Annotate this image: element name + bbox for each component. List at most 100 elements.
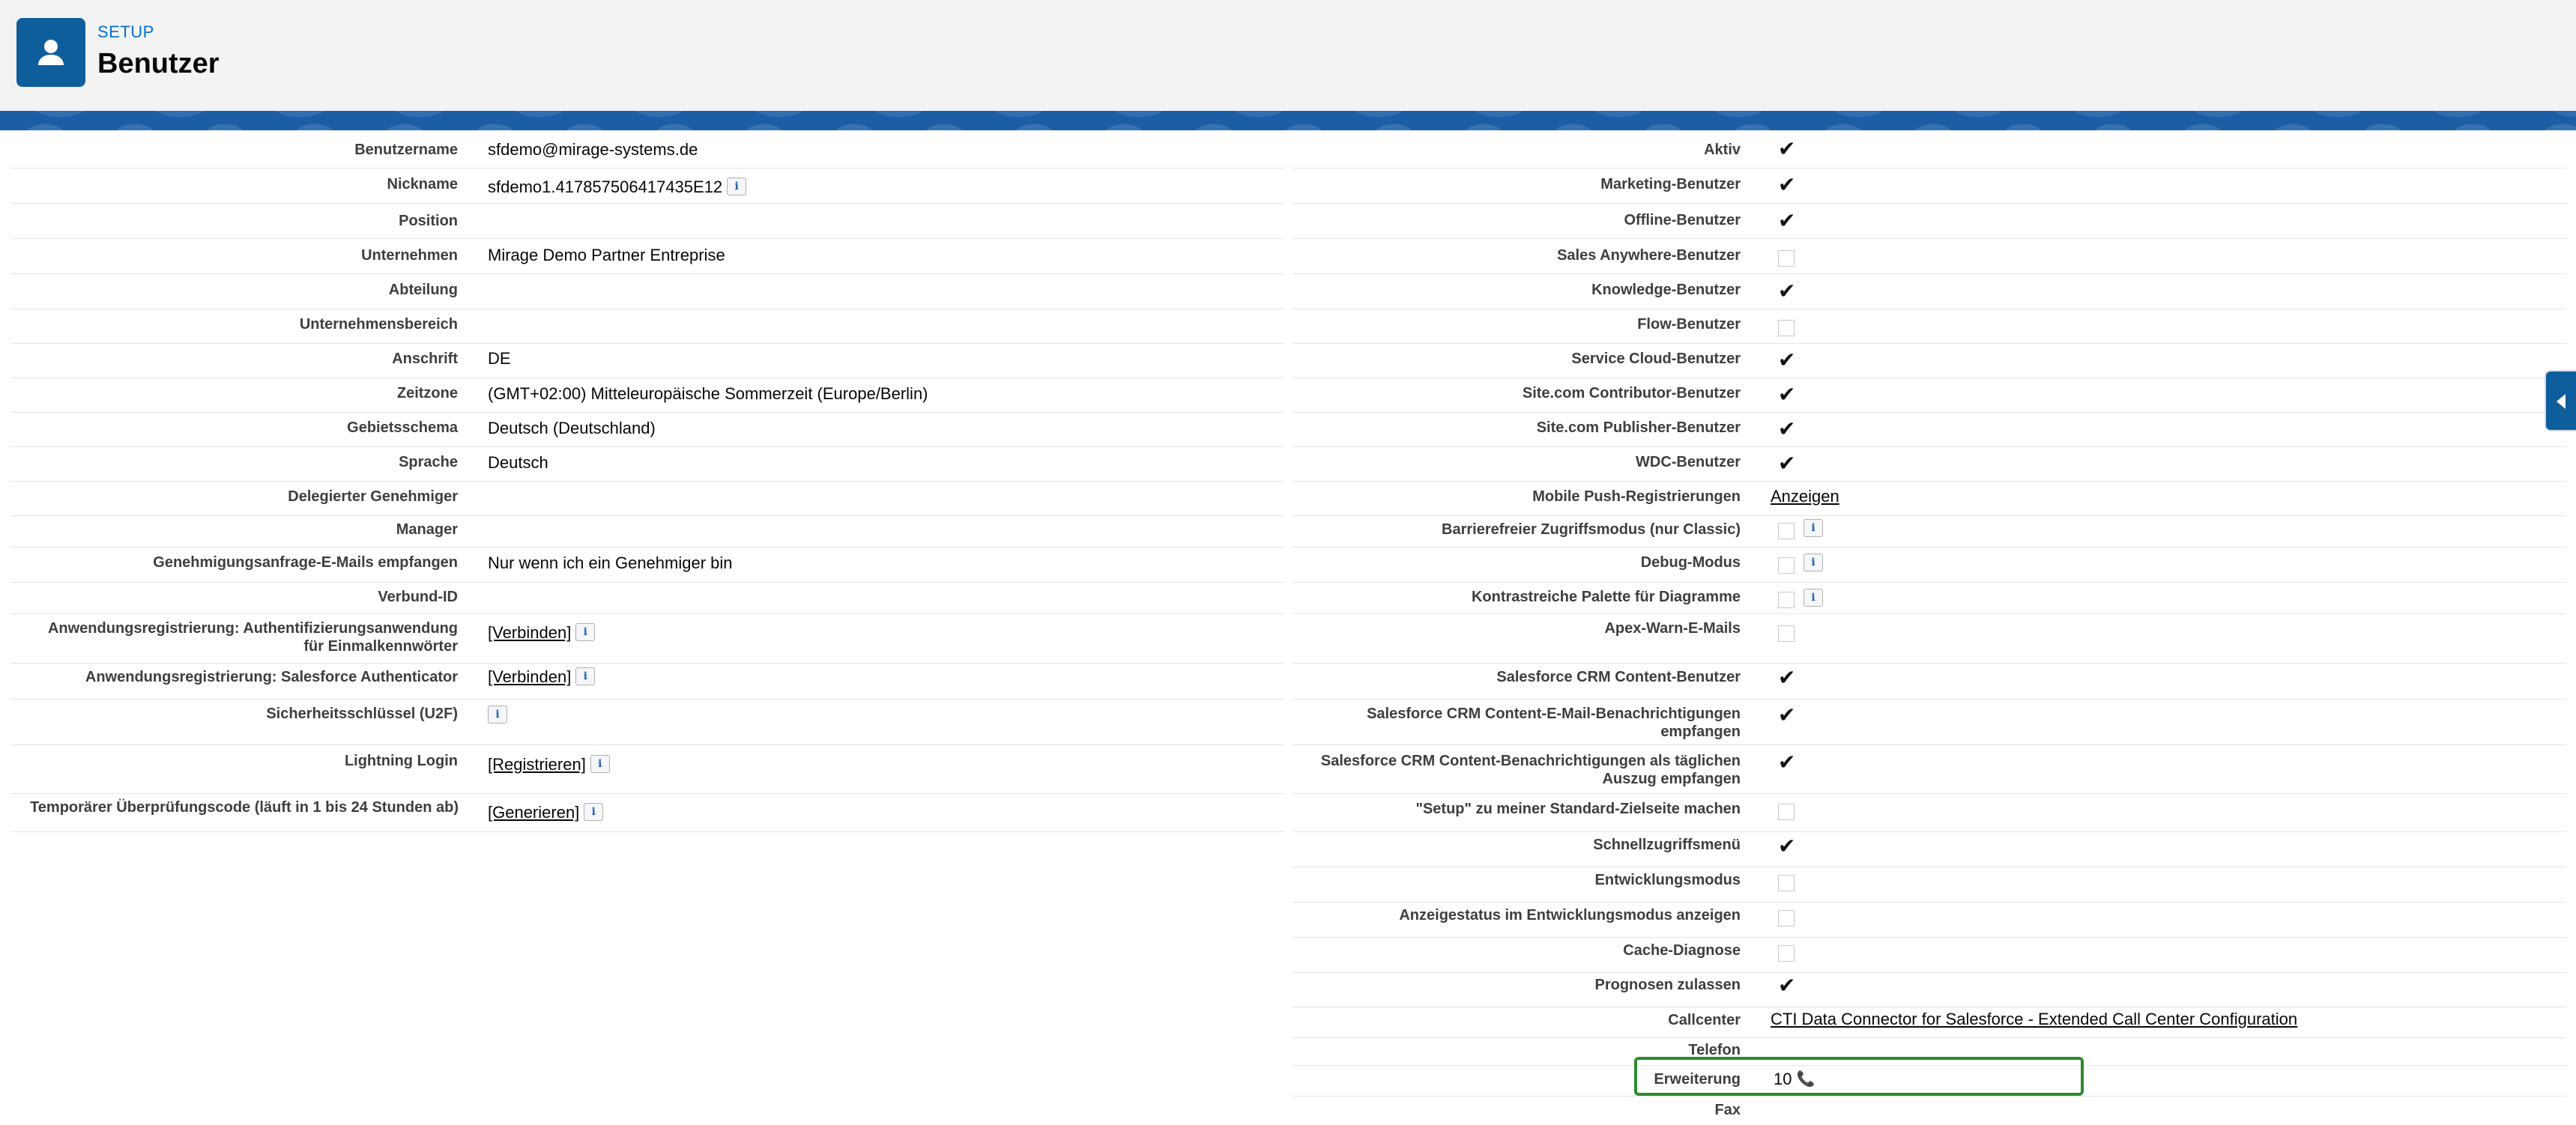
checkmark-icon: ✔ bbox=[1778, 173, 1796, 196]
unchecked-box bbox=[1778, 592, 1795, 608]
field-label: Delegierter Genehmiger bbox=[288, 488, 458, 505]
info-icon[interactable]: i bbox=[584, 803, 604, 821]
header-eyebrow: SETUP bbox=[97, 22, 154, 41]
field-label: Unternehmen bbox=[361, 247, 458, 264]
detail-row-debug-modus: Debug-Modus i bbox=[1292, 548, 2566, 583]
field-label: Benutzername bbox=[354, 142, 458, 158]
detail-row-offline-benutzer: Offline-Benutzer ✔ bbox=[1292, 204, 2566, 239]
detail-row-crm-content-email: Salesforce CRM Content-E-Mail-Benachrich… bbox=[1292, 700, 2566, 745]
field-label-line2: empfangen bbox=[1660, 724, 1741, 740]
field-label: Offline-Benutzer bbox=[1624, 212, 1741, 228]
field-label: Temporärer Überprüfungscode (läuft in 1 … bbox=[30, 799, 459, 816]
info-icon[interactable]: i bbox=[1803, 519, 1823, 537]
side-panel-toggle[interactable] bbox=[2545, 370, 2576, 431]
detail-row-delegierter-genehmiger: Delegierter Genehmiger bbox=[10, 481, 1284, 516]
field-value: Nur wenn ich ein Genehmiger bin bbox=[488, 554, 733, 572]
detail-row-schnellzugriffsmenue: Schnellzugriffsmenü ✔ bbox=[1292, 832, 2566, 867]
detail-row-wdc-benutzer: WDC-Benutzer ✔ bbox=[1292, 446, 2566, 482]
field-value: Mirage Demo Partner Entreprise bbox=[488, 246, 725, 264]
field-label: Schnellzugriffsmenü bbox=[1593, 837, 1741, 853]
detail-row-zeitzone: Zeitzone (GMT+02:00) Mitteleuropäische S… bbox=[10, 377, 1284, 413]
checkmark-icon: ✔ bbox=[1778, 417, 1796, 440]
field-label: Service Cloud-Benutzer bbox=[1571, 351, 1741, 367]
page-title: Benutzer bbox=[97, 48, 220, 79]
detail-row-abteilung: Abteilung bbox=[10, 274, 1284, 309]
detail-row-nickname: Nickname sfdemo1.417857506417435E12 i bbox=[10, 169, 1284, 204]
detail-row-mobile-push: Mobile Push-Registrierungen Anzeigen bbox=[1292, 481, 2566, 516]
field-label-line2: für Einmalkennwörter bbox=[303, 638, 458, 655]
detail-row-unternehmen: Unternehmen Mirage Demo Partner Entrepri… bbox=[10, 239, 1284, 274]
detail-row-service-cloud: Service Cloud-Benutzer ✔ bbox=[1292, 343, 2566, 378]
field-label: Cache-Diagnose bbox=[1623, 942, 1741, 959]
info-icon[interactable]: i bbox=[575, 667, 596, 685]
unchecked-box bbox=[1778, 910, 1795, 927]
field-value-wrap: [Verbinden] i bbox=[488, 667, 596, 687]
detail-row-app-registrierung-authenticator: Anwendungsregistrierung: Salesforce Auth… bbox=[10, 664, 1284, 700]
field-label-line2: Auszug empfangen bbox=[1602, 771, 1741, 787]
detail-row-flow-benutzer: Flow-Benutzer bbox=[1292, 309, 2566, 344]
info-icon[interactable]: i bbox=[727, 178, 747, 195]
field-value-wrap: sfdemo1.417857506417435E12 i bbox=[488, 178, 747, 197]
detail-row-apex-warn: Apex-Warn-E-Mails bbox=[1292, 614, 2566, 664]
field-value-wrap: CTI Data Connector for Salesforce - Exte… bbox=[1771, 1010, 2297, 1029]
info-icon[interactable]: i bbox=[575, 623, 596, 641]
unchecked-box bbox=[1778, 804, 1795, 820]
detail-row-lightning-login: Lightning Login [Registrieren] i bbox=[10, 745, 1284, 794]
checkmark-icon: ✔ bbox=[1778, 279, 1796, 303]
field-label: Mobile Push-Registrierungen bbox=[1532, 488, 1741, 505]
field-label: Anschrift bbox=[392, 351, 458, 367]
detail-row-genehmigungsanfrage: Genehmigungsanfrage-E-Mails empfangen Nu… bbox=[10, 548, 1284, 583]
detail-row-manager: Manager bbox=[10, 515, 1284, 548]
info-icon[interactable]: i bbox=[488, 706, 507, 724]
info-icon[interactable]: i bbox=[590, 755, 610, 773]
info-icon[interactable]: i bbox=[1803, 589, 1823, 607]
field-value-wrap: Anzeigen bbox=[1771, 487, 1839, 506]
detail-row-callcenter: Callcenter CTI Data Connector for Salesf… bbox=[1292, 1007, 2566, 1038]
field-value-wrap: i bbox=[488, 706, 507, 725]
field-label: WDC-Benutzer bbox=[1636, 454, 1741, 470]
user-icon bbox=[16, 18, 85, 87]
field-label: Salesforce CRM Content-E-Mail-Benachrich… bbox=[1292, 705, 1741, 741]
checkmark-icon: ✔ bbox=[1778, 137, 1796, 160]
detail-row-knowledge-benutzer: Knowledge-Benutzer ✔ bbox=[1292, 274, 2566, 309]
field-value: (GMT+02:00) Mitteleuropäische Sommerzeit… bbox=[488, 384, 928, 403]
field-label: "Setup" zu meiner Standard-Zielseite mac… bbox=[1415, 801, 1741, 817]
field-label: Sprache bbox=[399, 454, 458, 470]
field-label: Verbund-ID bbox=[378, 589, 458, 605]
verbinden-link[interactable]: [Verbinden] bbox=[488, 667, 571, 686]
registrieren-link[interactable]: [Registrieren] bbox=[488, 755, 586, 774]
field-label: Barrierefreier Zugriffsmodus (nur Classi… bbox=[1442, 521, 1741, 538]
checkmark-icon: ✔ bbox=[1778, 750, 1796, 774]
verbinden-link[interactable]: [Verbinden] bbox=[488, 623, 571, 642]
field-value-wrap: [Verbinden] i bbox=[488, 623, 596, 643]
field-label: Lightning Login bbox=[344, 753, 458, 769]
field-value-wrap: [Generieren] i bbox=[488, 803, 604, 822]
detail-row-entwicklungsmodus: Entwicklungsmodus bbox=[1292, 867, 2566, 903]
field-label-line1: Salesforce CRM Content-Benachrichtigunge… bbox=[1320, 753, 1741, 769]
detail-row-fax: Fax bbox=[1292, 1097, 2566, 1125]
field-label: Nickname bbox=[387, 176, 459, 192]
field-label: Apex-Warn-E-Mails bbox=[1604, 620, 1741, 637]
detail-row-sales-anywhere: Sales Anywhere-Benutzer bbox=[1292, 239, 2566, 274]
detail-row-setup-zielseite: "Setup" zu meiner Standard-Zielseite mac… bbox=[1292, 794, 2566, 832]
field-value: sfdemo1.417857506417435E12 bbox=[488, 178, 723, 196]
field-label: Flow-Benutzer bbox=[1637, 316, 1741, 333]
detail-row-unternehmensbereich: Unternehmensbereich bbox=[10, 309, 1284, 344]
field-label: Aktiv bbox=[1704, 142, 1741, 158]
highlight-box bbox=[1634, 1057, 2084, 1096]
generieren-link[interactable]: [Generieren] bbox=[488, 803, 579, 822]
field-label: Abteilung bbox=[388, 282, 458, 298]
checkmark-icon: ✔ bbox=[1778, 834, 1796, 858]
field-label: Sicherheitsschlüssel (U2F) bbox=[266, 706, 458, 722]
field-label: Unternehmensbereich bbox=[299, 316, 458, 333]
anzeigen-link[interactable]: Anzeigen bbox=[1771, 487, 1839, 506]
field-label: Fax bbox=[1714, 1102, 1741, 1118]
info-icon[interactable]: i bbox=[1803, 554, 1823, 571]
callcenter-link[interactable]: CTI Data Connector for Salesforce - Exte… bbox=[1771, 1010, 2297, 1028]
unchecked-box bbox=[1778, 557, 1795, 574]
field-value: Deutsch bbox=[488, 453, 548, 472]
unchecked-box bbox=[1778, 625, 1795, 642]
field-label: Salesforce CRM Content-Benachrichtigunge… bbox=[1292, 752, 1741, 788]
checkmark-icon: ✔ bbox=[1778, 703, 1796, 727]
field-label: Position bbox=[399, 213, 458, 229]
